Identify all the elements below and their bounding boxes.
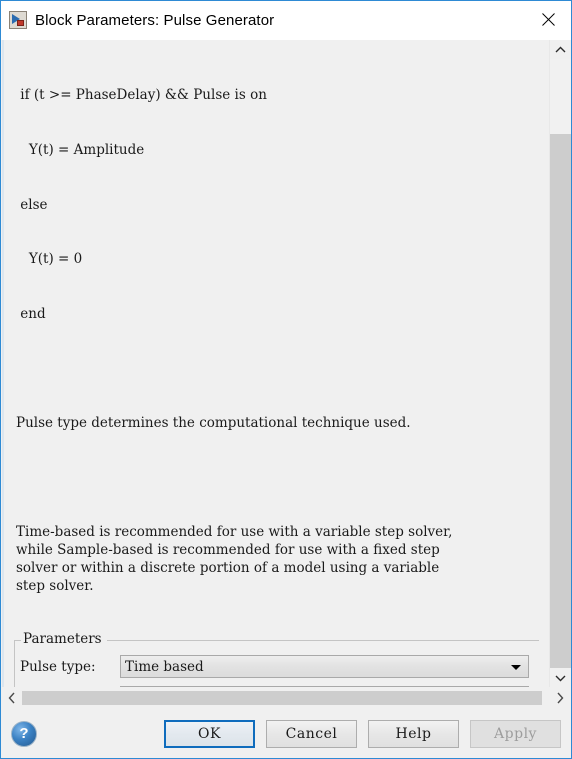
- help-icon[interactable]: ?: [11, 720, 37, 747]
- block-description: if (t >= PhaseDelay) && Pulse is on Y(t)…: [4, 40, 549, 633]
- pulse-type-label: Pulse type:: [20, 658, 96, 675]
- description-code-line: Y(t) = Amplitude: [16, 142, 145, 159]
- block-parameters-dialog: Block Parameters: Pulse Generator if (t …: [0, 0, 572, 759]
- parameters-group-title: Parameters: [21, 631, 107, 648]
- horizontal-scroll-thumb[interactable]: [22, 691, 542, 705]
- window-title: Block Parameters: Pulse Generator: [35, 11, 275, 29]
- cancel-button[interactable]: Cancel: [266, 719, 357, 748]
- dialog-footer: ? OK Cancel Help Apply: [2, 709, 570, 758]
- parameters-group: Parameters Pulse type: Time based Tim: [14, 631, 539, 687]
- dialog-content: if (t >= PhaseDelay) && Pulse is on Y(t)…: [1, 40, 571, 758]
- simulink-block-icon: [9, 11, 27, 29]
- chevron-down-icon[interactable]: [550, 668, 571, 687]
- description-code-line: Y(t) = 0: [16, 251, 83, 268]
- chevron-up-icon[interactable]: [550, 40, 571, 59]
- dialog-buttons: OK Cancel Help Apply: [164, 719, 570, 748]
- chevron-right-icon[interactable]: [550, 687, 570, 709]
- pulse-type-select[interactable]: Time based: [120, 655, 529, 679]
- vertical-scrollbar[interactable]: [549, 40, 571, 687]
- chevron-down-icon: [511, 664, 521, 670]
- description-code-line: end: [16, 305, 46, 322]
- vertical-scroll-track[interactable]: [550, 59, 571, 668]
- help-button[interactable]: Help: [368, 719, 459, 748]
- description-code-line: if (t >= PhaseDelay) && Pulse is on: [16, 87, 267, 104]
- vertical-scroll-thumb[interactable]: [550, 59, 571, 134]
- horizontal-scroll-track[interactable]: [22, 687, 550, 709]
- ok-button[interactable]: OK: [164, 719, 255, 748]
- description-paragraph-1: Pulse type determines the computational …: [16, 414, 411, 431]
- chevron-left-icon[interactable]: [2, 687, 22, 709]
- parameters-panel: if (t >= PhaseDelay) && Pulse is on Y(t)…: [2, 40, 549, 687]
- scrollable-body: if (t >= PhaseDelay) && Pulse is on Y(t)…: [2, 40, 571, 687]
- pulse-type-row: Pulse type: Time based: [20, 655, 529, 679]
- apply-button: Apply: [470, 719, 561, 748]
- title-bar: Block Parameters: Pulse Generator: [1, 1, 571, 40]
- close-icon[interactable]: [525, 1, 571, 38]
- horizontal-scrollbar[interactable]: [2, 687, 570, 709]
- description-paragraph-2: Time-based is recommended for use with a…: [16, 523, 453, 595]
- pulse-type-value: Time based: [125, 658, 204, 675]
- description-code-line: else: [16, 196, 48, 213]
